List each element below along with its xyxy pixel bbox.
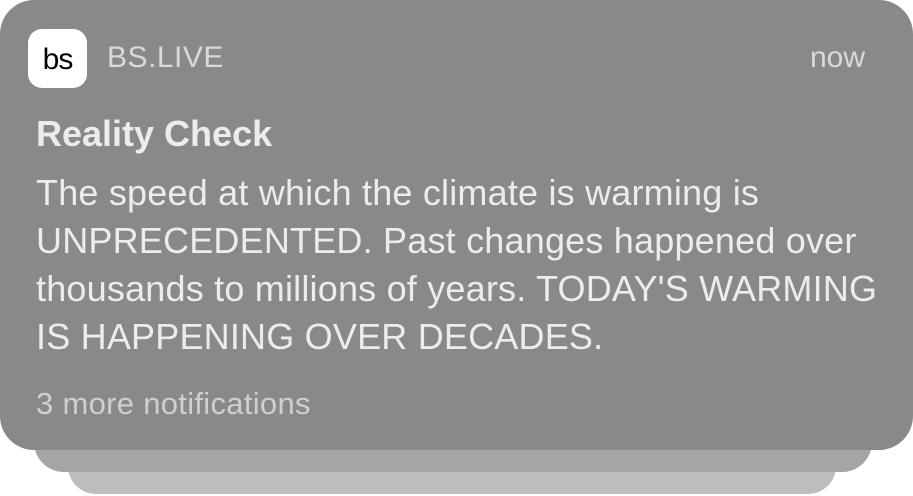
notification-body: The speed at which the climate is warmin…: [36, 172, 878, 357]
notification-card[interactable]: bs BS.LIVE now Reality Check The speed a…: [0, 0, 913, 450]
notification-timestamp: now: [809, 41, 865, 74]
app-icon-label: bs: [42, 42, 74, 76]
more-notifications-label[interactable]: 3 more notifications: [36, 386, 311, 422]
app-icon: bs: [28, 29, 87, 88]
app-name: BS.LIVE: [107, 41, 224, 74]
notification-title: Reality Check: [36, 113, 273, 154]
